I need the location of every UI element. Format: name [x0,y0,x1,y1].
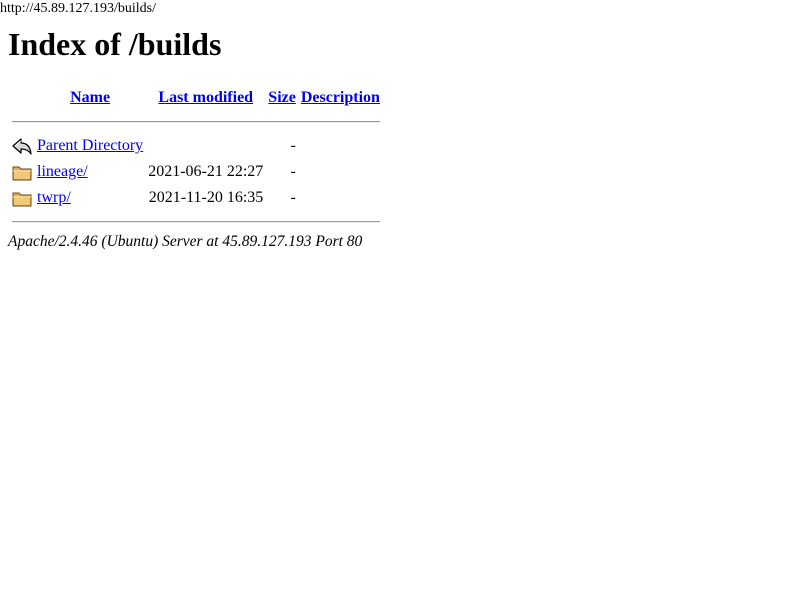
folder-link-twrp[interactable]: twrp/ [37,189,71,206]
table-row: lineage/ 2021-06-21 22:27 - [11,160,381,184]
header-divider [12,121,380,123]
address-bar-url[interactable]: http://45.89.127.193/builds/ [0,0,156,18]
description-value [300,134,381,158]
last-modified-value: 2021-11-20 16:35 [148,189,264,206]
last-modified-column-header[interactable]: Last modified [147,86,264,110]
size-column-header[interactable]: Size [267,86,297,110]
size-value: - [290,163,296,180]
folder-link-lineage[interactable]: lineage/ [37,163,88,180]
separator-row [11,212,381,232]
last-modified-value [147,134,264,158]
footer-divider [12,221,380,223]
separator-row [11,112,381,132]
page-title: Index of /builds [8,26,222,62]
folder-icon[interactable] [12,161,32,183]
description-value [300,160,381,184]
table-row: Parent Directory - [11,134,381,158]
icon-column-header [11,86,33,110]
sort-by-last-modified-link[interactable]: Last modified [158,89,253,106]
directory-listing-table: Name Last modified Size Description Pare… [8,84,384,234]
table-header-row: Name Last modified Size Description [11,86,381,110]
size-value: - [290,137,296,154]
last-modified-value: 2021-06-21 22:27 [148,163,264,180]
sort-by-description-link[interactable]: Description [301,89,380,106]
sort-by-name-link[interactable]: Name [70,89,110,106]
parent-directory-icon[interactable] [12,135,32,157]
name-column-header[interactable]: Name [36,86,144,110]
parent-directory-link[interactable]: Parent Directory [37,137,143,154]
description-value [300,186,381,210]
description-column-header[interactable]: Description [300,86,381,110]
table-row: twrp/ 2021-11-20 16:35 - [11,186,381,210]
sort-by-size-link[interactable]: Size [268,89,296,106]
server-signature: Apache/2.4.46 (Ubuntu) Server at 45.89.1… [8,233,363,250]
folder-icon[interactable] [12,187,32,209]
size-value: - [290,189,296,206]
